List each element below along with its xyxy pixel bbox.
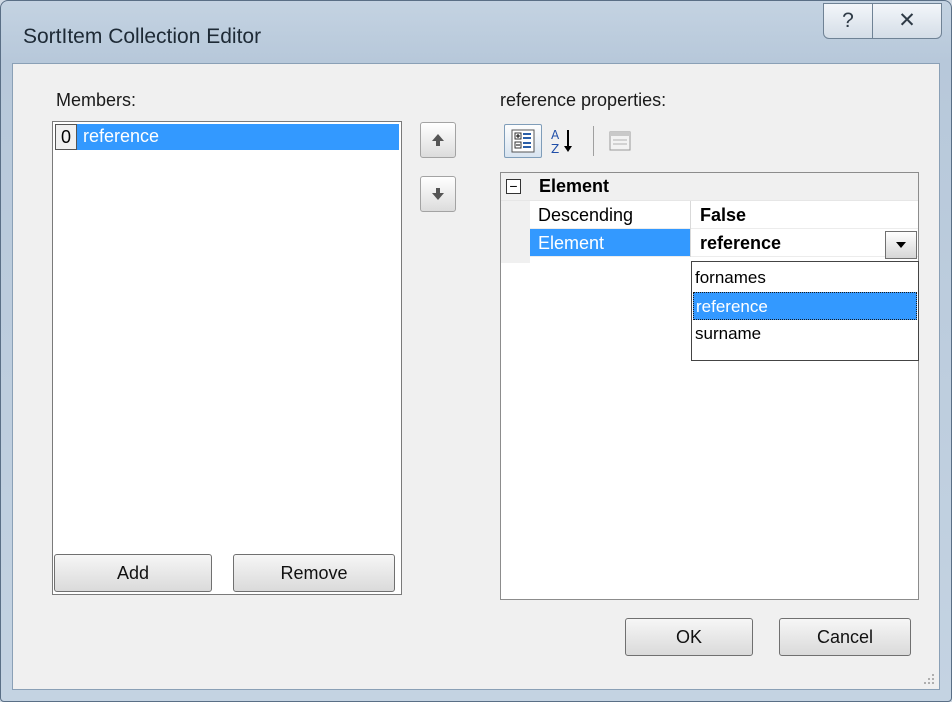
members-listbox[interactable]: 0 reference <box>52 121 402 595</box>
collapse-icon[interactable]: − <box>506 179 521 194</box>
help-icon: ? <box>842 9 854 32</box>
svg-text:Z: Z <box>551 142 559 156</box>
members-label: Members: <box>56 90 137 110</box>
help-button[interactable]: ? <box>823 3 873 39</box>
close-button[interactable]: ✕ <box>872 3 942 39</box>
cancel-button[interactable]: Cancel <box>779 618 911 656</box>
svg-text:A: A <box>551 128 560 142</box>
properties-label: reference properties: <box>500 90 667 110</box>
property-grid[interactable]: − Element Descending False Element refer… <box>500 172 919 600</box>
dropdown-button[interactable] <box>885 231 917 259</box>
move-down-button[interactable] <box>420 176 456 212</box>
close-icon: ✕ <box>898 9 916 32</box>
dialog-client-area: Members: 0 reference Add Remove referenc… <box>12 63 940 690</box>
element-dropdown-list[interactable]: fornames reference surname <box>691 261 919 361</box>
title-bar[interactable]: SortItem Collection Editor ? ✕ <box>1 1 951 71</box>
dialog-window: SortItem Collection Editor ? ✕ Members: … <box>0 0 952 702</box>
resize-grip-icon[interactable] <box>922 672 936 686</box>
arrow-down-icon <box>432 188 444 200</box>
property-pages-button[interactable] <box>603 124 637 158</box>
categorized-view-button[interactable] <box>504 124 542 158</box>
chevron-down-icon <box>896 242 906 248</box>
category-row-element[interactable]: − Element <box>501 173 918 201</box>
window-title: SortItem Collection Editor <box>23 25 262 48</box>
member-index: 0 <box>55 124 77 150</box>
property-name-element[interactable]: Element <box>530 229 690 257</box>
property-value-element[interactable]: reference <box>691 229 918 257</box>
arrow-up-icon <box>432 134 444 146</box>
categorized-view-icon <box>511 129 535 153</box>
dropdown-option-surname[interactable]: surname <box>693 320 917 348</box>
alphabetical-sort-button[interactable]: A Z <box>545 124 579 158</box>
property-value-descending[interactable]: False <box>691 201 918 229</box>
dropdown-option-reference[interactable]: reference <box>693 292 917 320</box>
dropdown-option-fornames[interactable]: fornames <box>693 264 917 292</box>
toolbar-separator <box>593 126 594 156</box>
move-up-button[interactable] <box>420 122 456 158</box>
property-pages-icon <box>609 131 631 151</box>
property-name-descending[interactable]: Descending <box>530 201 690 229</box>
remove-button[interactable]: Remove <box>233 554 395 592</box>
alphabetical-sort-icon: A Z <box>551 128 572 156</box>
member-text: reference <box>83 126 160 146</box>
category-label: Element <box>539 176 610 196</box>
ok-button[interactable]: OK <box>625 618 753 656</box>
add-button[interactable]: Add <box>54 554 212 592</box>
list-item[interactable]: 0 reference <box>55 124 399 150</box>
